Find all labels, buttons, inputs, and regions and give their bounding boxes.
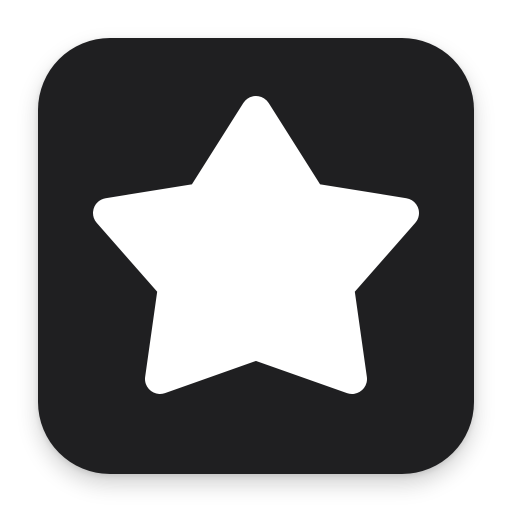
app-icon-tile[interactable]	[38, 38, 474, 474]
app-icon-canvas	[0, 0, 512, 512]
